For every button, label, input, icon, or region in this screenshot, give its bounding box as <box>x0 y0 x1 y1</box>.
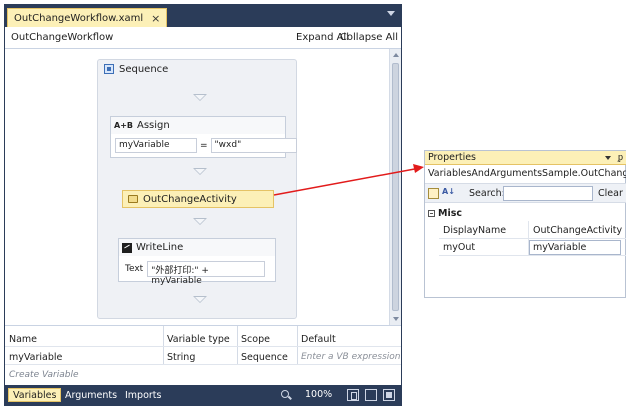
annotation-arrow-line <box>273 167 421 196</box>
annotation-arrow <box>273 164 424 196</box>
annotation-arrow-head <box>413 164 424 173</box>
